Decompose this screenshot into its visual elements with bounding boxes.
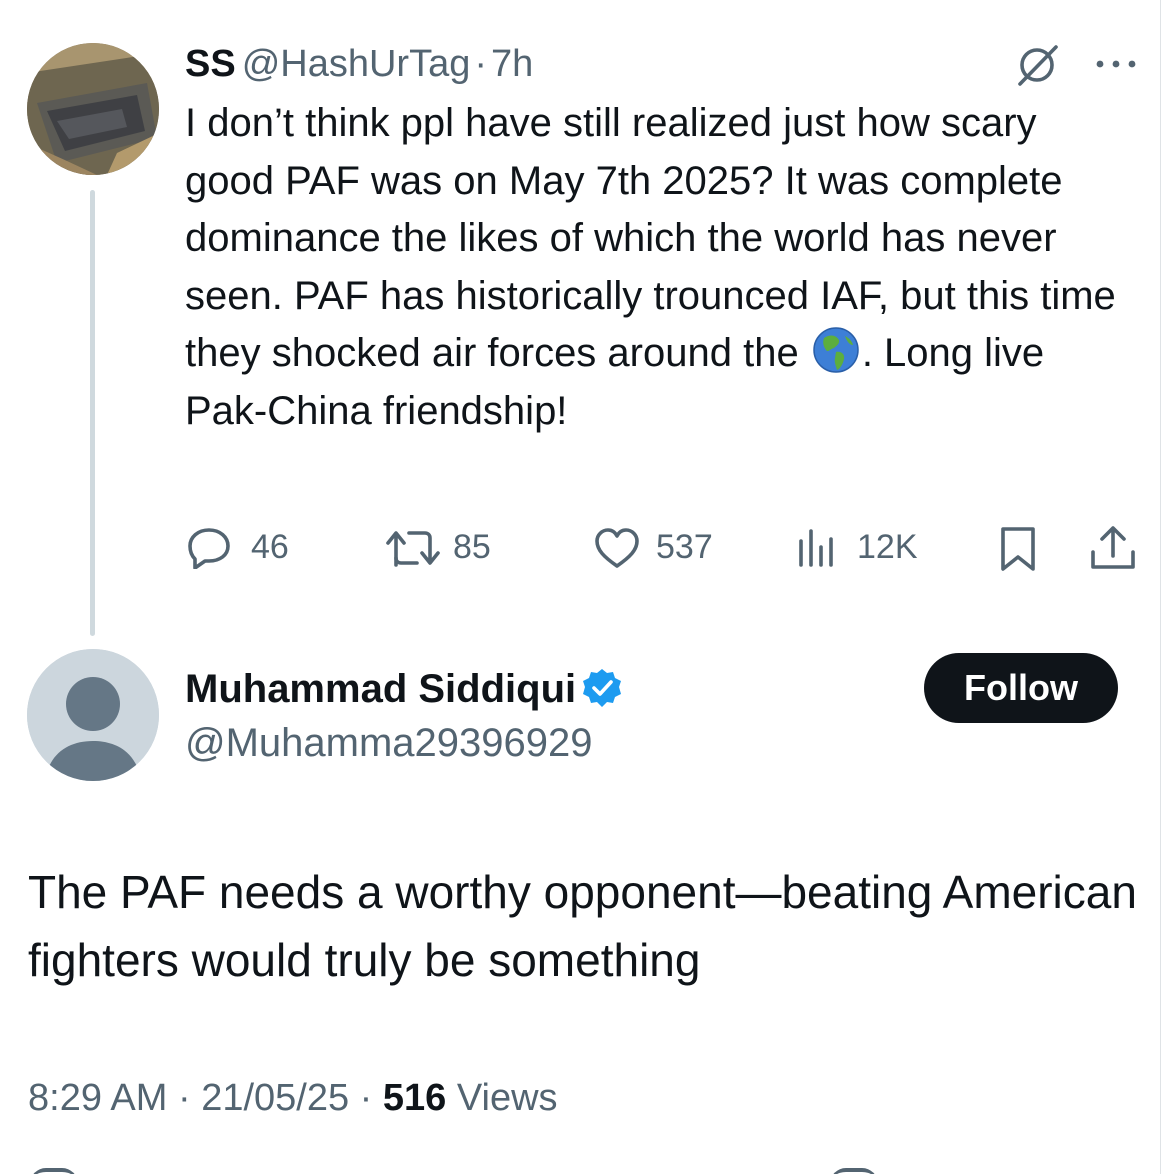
parent-tweet-time[interactable]: 7h xyxy=(491,43,533,85)
repost-icon xyxy=(386,531,440,567)
header-separator: · xyxy=(474,43,488,85)
like-count: 537 xyxy=(656,528,713,566)
bookmark-button[interactable] xyxy=(998,526,1038,572)
tweet-views-label: Views xyxy=(456,1077,558,1119)
follow-button[interactable]: Follow xyxy=(924,653,1118,723)
share-icon xyxy=(1091,526,1135,569)
parent-tweet-text: I don’t think ppl have still realized ju… xyxy=(185,95,1125,440)
share-button[interactable] xyxy=(1088,524,1138,572)
reply-icon xyxy=(188,528,230,569)
tweet-date[interactable]: 21/05/25 xyxy=(201,1077,349,1119)
earth-americas-emoji xyxy=(812,326,860,374)
verified-badge-icon xyxy=(582,668,622,708)
grok-icon[interactable] xyxy=(1014,42,1060,88)
heart-icon xyxy=(595,528,639,568)
parent-author-handle[interactable]: @HashUrTag xyxy=(242,43,471,85)
reply-author-name-row[interactable]: Muhammad Siddiqui xyxy=(185,662,622,716)
more-icon[interactable] xyxy=(1092,54,1140,74)
repost-count: 85 xyxy=(453,528,491,566)
tweet-time[interactable]: 8:29 AM xyxy=(28,1077,167,1119)
parent-author-avatar[interactable] xyxy=(27,43,159,175)
meta-separator-1: · xyxy=(167,1077,202,1119)
tweet-views-count: 516 xyxy=(382,1077,447,1119)
reply-author-handle[interactable]: @Muhamma29396929 xyxy=(185,716,593,770)
thread-connector-line xyxy=(90,190,95,636)
reply-author-name[interactable]: Muhammad Siddiqui xyxy=(185,667,576,711)
bookmark-icon xyxy=(1001,527,1035,571)
scrollbar-edge xyxy=(1160,0,1161,1174)
parent-tweet-header: SS @HashUrTag · 7h xyxy=(185,38,533,90)
reply-tweet-text: The PAF needs a worthy opponent—beating … xyxy=(28,866,1137,986)
meta-separator-2: · xyxy=(349,1077,383,1119)
parent-author-name[interactable]: SS xyxy=(185,43,236,85)
tweet-metadata: 8:29 AM · 21/05/25 · 516 Views xyxy=(28,1072,558,1124)
views-chart-icon xyxy=(799,529,833,567)
reply-count: 46 xyxy=(251,528,289,566)
partial-reply-icon[interactable] xyxy=(30,1168,78,1174)
reply-author-avatar[interactable] xyxy=(27,649,159,781)
views-count: 12K xyxy=(857,528,918,566)
tweet-detail-page: SS @HashUrTag · 7h I don’t think ppl have s… xyxy=(0,0,1169,1174)
partial-bookmark-icon[interactable] xyxy=(830,1168,878,1174)
